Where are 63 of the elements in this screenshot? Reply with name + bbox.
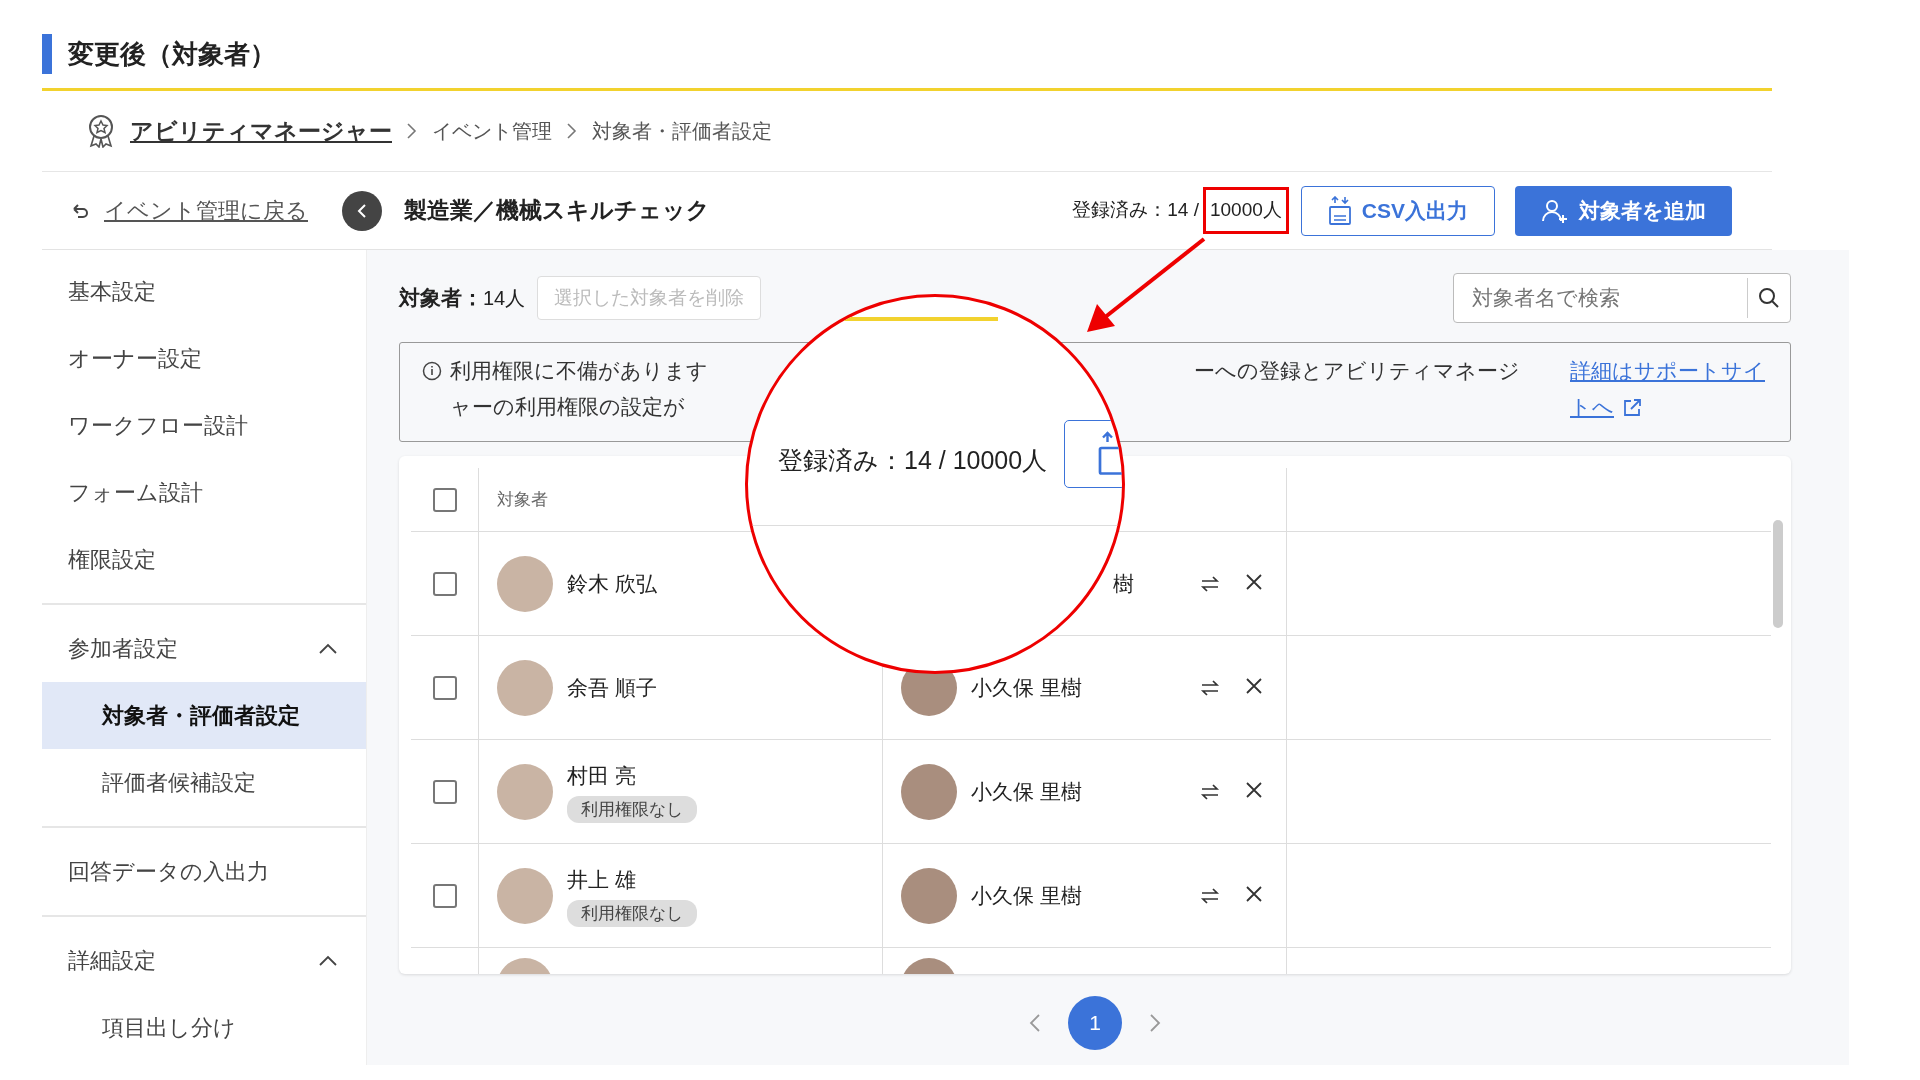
- breadcrumb-link[interactable]: イベント管理: [432, 116, 552, 146]
- breadcrumb-link[interactable]: アビリティマネージャー: [130, 113, 392, 149]
- chevron-right-icon: [406, 121, 418, 141]
- close-icon[interactable]: [1244, 779, 1264, 800]
- breadcrumb-current: 対象者・評価者設定: [592, 119, 772, 144]
- person-name: 井上 雄: [567, 867, 636, 893]
- sidebar-item[interactable]: 項目出し分け: [42, 994, 366, 1061]
- sidebar-item[interactable]: 権限設定: [42, 526, 366, 593]
- sidebar-item[interactable]: 対象者・評価者設定: [42, 682, 366, 749]
- sidebar-item[interactable]: 回答データの入出力: [42, 838, 366, 905]
- evaluator-name: 小久保 里樹: [971, 674, 1082, 701]
- file-import-export-icon: [1327, 195, 1352, 226]
- row-checkbox[interactable]: [432, 571, 457, 596]
- row-checkbox[interactable]: [432, 675, 457, 700]
- notice-text: 利用権限に不備があります: [450, 358, 708, 384]
- no-permission-tag: 利用権限なし: [567, 795, 697, 823]
- sidebar-item[interactable]: オーナー設定: [42, 325, 366, 392]
- row-checkbox[interactable]: [432, 883, 457, 908]
- search-field[interactable]: 対象者名で検索: [1453, 273, 1791, 323]
- add-target-button[interactable]: 対象者を追加: [1515, 185, 1732, 236]
- external-link-icon: [1622, 398, 1642, 419]
- sidebar-item[interactable]: 基本設定: [42, 258, 366, 325]
- title-accent-bar: [42, 34, 52, 74]
- evaluator-name: 樹: [1113, 570, 1134, 597]
- csv-button[interactable]: CSV入出力: [1300, 185, 1495, 236]
- evaluator-name: 小久保 里樹: [971, 882, 1082, 909]
- magnified-registered-count: 登録済み：14 / 10000人: [778, 445, 1048, 476]
- chevron-right-icon: [566, 121, 578, 141]
- close-icon[interactable]: [1244, 883, 1264, 904]
- target-count-label: 対象者：: [399, 285, 483, 312]
- registered-count-label: 登録済み：14 /: [1072, 198, 1199, 223]
- support-site-link[interactable]: 詳細はサポートサイトへ: [1570, 353, 1770, 441]
- person-name: 村田 亮: [567, 763, 636, 789]
- sidebar-group-toggle[interactable]: 詳細設定: [42, 927, 366, 994]
- event-title: 製造業／機械スキルチェック: [404, 196, 710, 226]
- info-icon: [422, 361, 442, 381]
- sidebar-item[interactable]: ワークフロー設計: [42, 392, 366, 459]
- back-link[interactable]: イベント管理に戻る: [42, 194, 342, 227]
- column-header: 対象者: [497, 488, 548, 511]
- search-icon[interactable]: [1758, 287, 1780, 309]
- person-name: 余吾 順子: [567, 674, 657, 701]
- evaluator-name: 小久保 里樹: [971, 778, 1082, 805]
- close-icon[interactable]: [1244, 675, 1264, 696]
- registered-limit: 10000人: [1202, 187, 1289, 234]
- next-page-icon[interactable]: [1148, 1012, 1162, 1034]
- notice-text: ャーの利用権限の設定が: [450, 394, 685, 420]
- sidebar-item[interactable]: フォーム設計: [42, 459, 366, 526]
- notice-text: ーへの登録とアビリティマネージ: [1194, 358, 1521, 384]
- person-name: 鈴木 欣弘: [567, 570, 657, 597]
- section-title: 変更後（対象者）: [68, 38, 276, 71]
- select-all-checkbox[interactable]: [432, 487, 457, 512]
- collapse-sidebar-button[interactable]: [342, 190, 382, 231]
- page-button[interactable]: 1: [1068, 996, 1122, 1050]
- no-permission-tag: 利用権限なし: [567, 899, 697, 927]
- sidebar-group-toggle[interactable]: 参加者設定: [42, 615, 366, 682]
- sidebar-item[interactable]: 評価者候補設定: [42, 749, 366, 816]
- award-badge-icon: [86, 114, 116, 148]
- close-icon[interactable]: [1244, 571, 1264, 592]
- target-count: 14人: [483, 286, 526, 311]
- chevron-left-icon: [355, 202, 369, 219]
- row-checkbox[interactable]: [432, 779, 457, 804]
- previous-page-icon[interactable]: [1028, 1012, 1042, 1034]
- scrollbar-thumb[interactable]: [1773, 520, 1783, 628]
